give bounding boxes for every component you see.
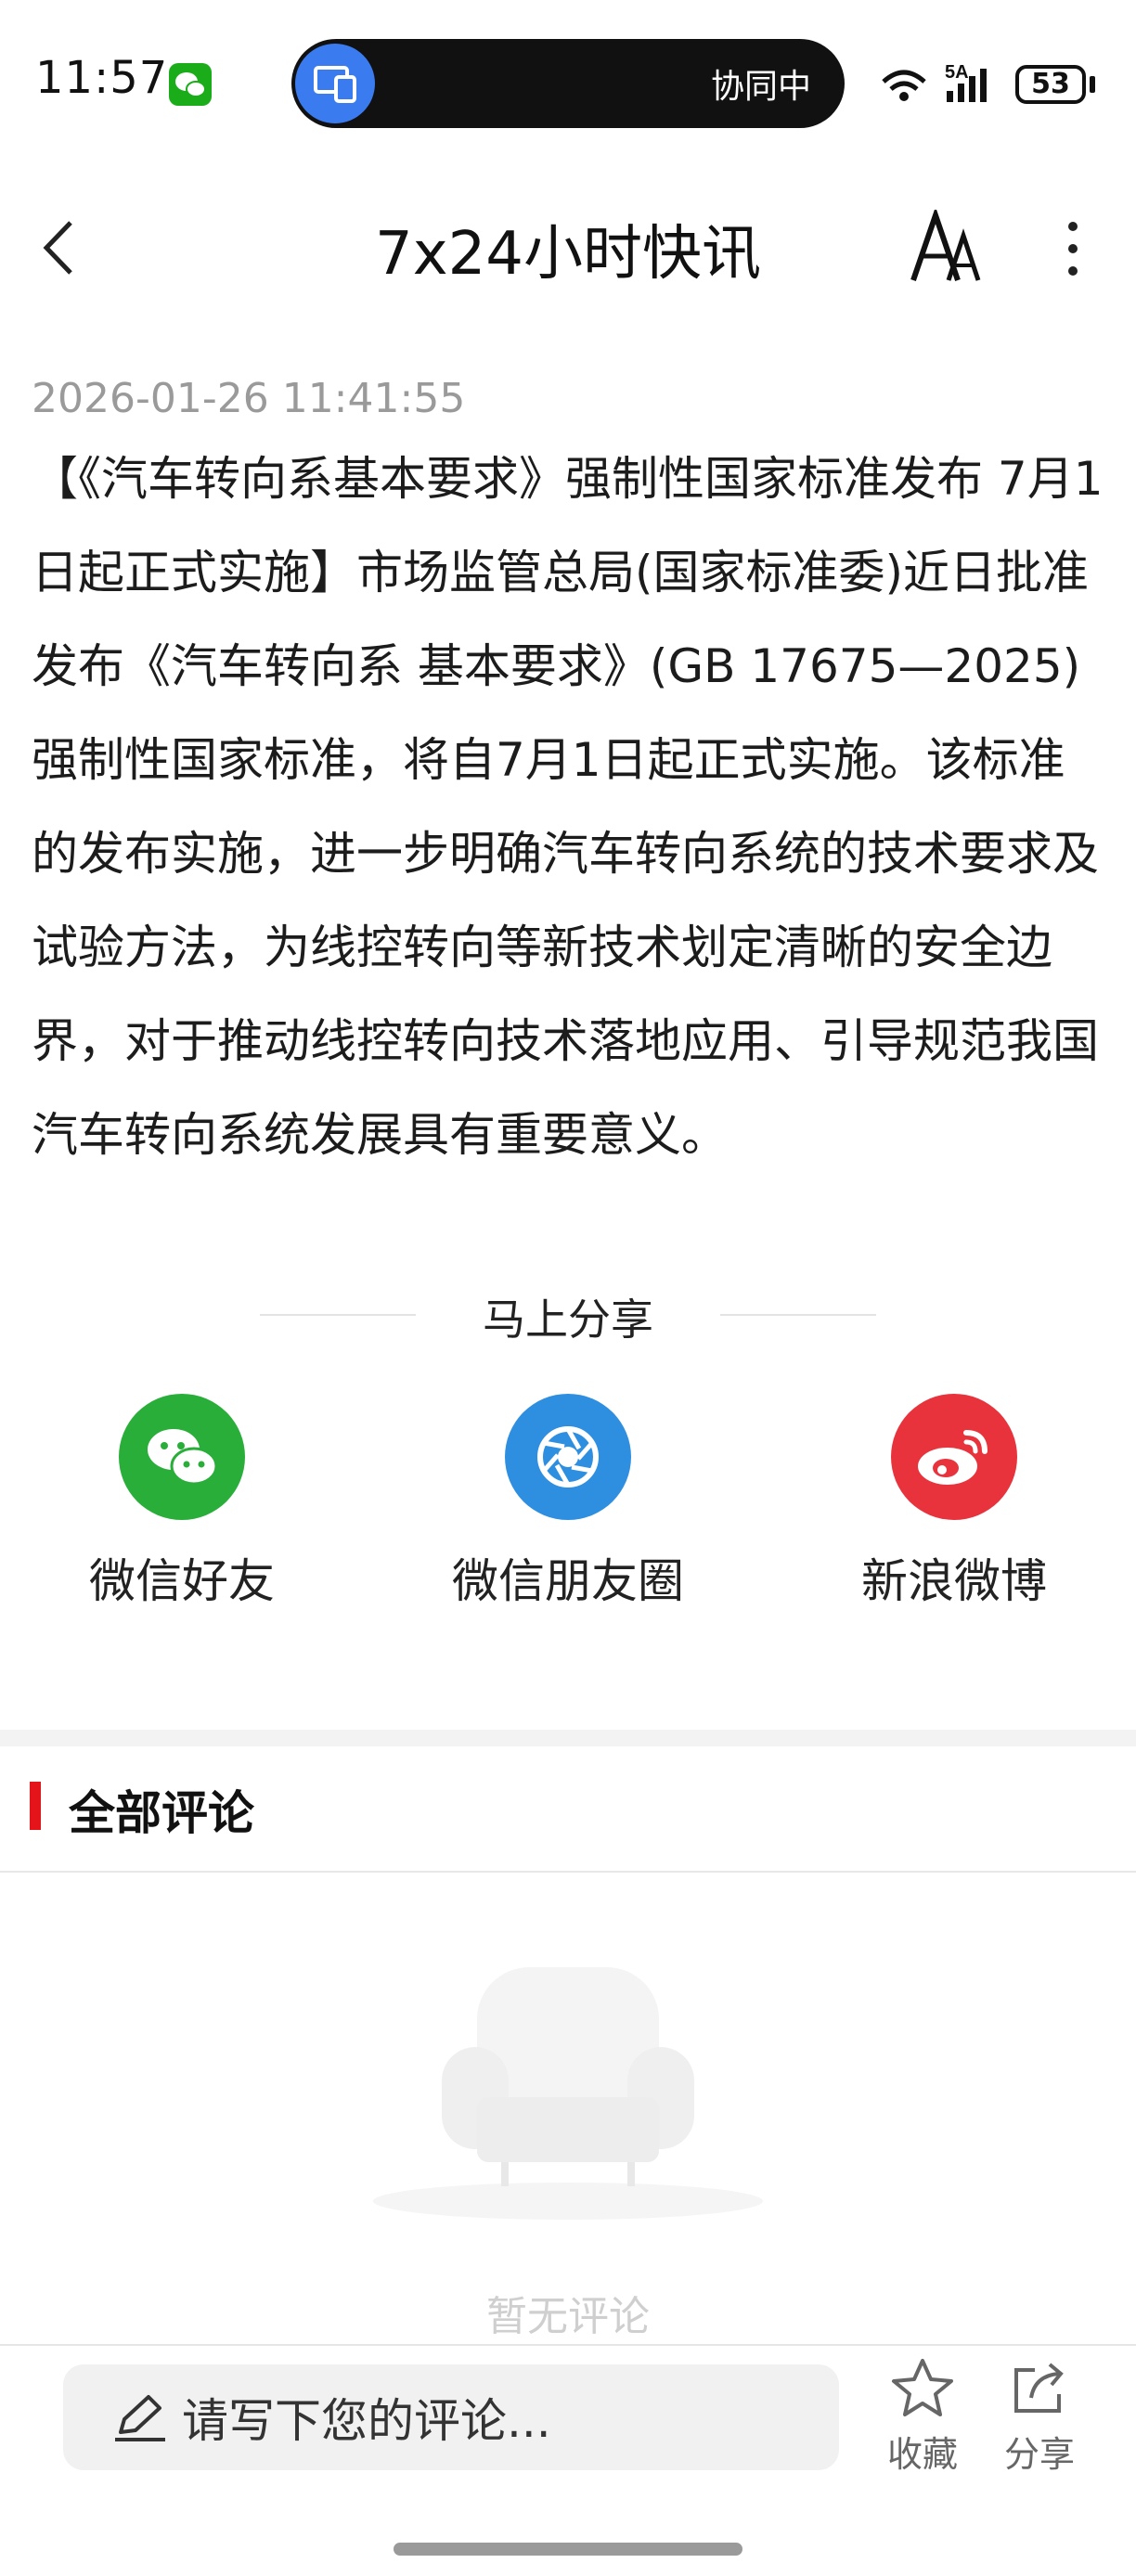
share-label: 分享 — [1003, 2434, 1075, 2475]
comments-accent-bar — [30, 1782, 41, 1830]
network-type: 5A — [945, 62, 969, 83]
share-wechat-friend[interactable]: 微信好友 — [43, 1394, 321, 1611]
comments-divider — [0, 1871, 1136, 1873]
moments-icon — [505, 1394, 631, 1520]
chevron-left-icon — [43, 221, 72, 275]
font-size-icon — [910, 206, 981, 281]
star-icon — [892, 2359, 953, 2416]
favorite-label: 收藏 — [886, 2434, 958, 2475]
share-icon — [1014, 2363, 1064, 2413]
battery-tip — [1090, 76, 1095, 93]
share-label: 微信朋友圈 — [452, 1554, 684, 1608]
share-wechat-moments[interactable]: 微信朋友圈 — [429, 1394, 707, 1611]
island-status-text: 协同中 — [711, 68, 812, 106]
empty-comments-text: 暂无评论 — [486, 2293, 650, 2340]
article-timestamp: 2026-01-26 11:41:55 — [32, 375, 466, 422]
more-vertical-icon — [1068, 222, 1078, 276]
share-label: 新浪微博 — [861, 1554, 1047, 1608]
font-size-button[interactable] — [910, 206, 984, 288]
share-label: 微信好友 — [89, 1554, 275, 1608]
more-button[interactable] — [1054, 219, 1091, 282]
empty-sofa-icon — [353, 1958, 783, 2231]
edit-icon — [115, 2395, 165, 2441]
share-title: 马上分享 — [483, 1294, 653, 1345]
status-time: 11:57 — [35, 52, 169, 104]
comment-placeholder: 请写下您的评论... — [182, 2394, 551, 2448]
wechat-notification-icon — [169, 63, 212, 106]
signal-wifi-icons: 5A — [878, 58, 1008, 113]
page-title: 7x24小时快讯 — [374, 220, 762, 289]
weibo-icon — [891, 1394, 1017, 1520]
share-divider-right — [720, 1314, 876, 1316]
battery-indicator: 53 — [1015, 65, 1086, 104]
home-indicator[interactable] — [394, 2543, 742, 2556]
share-weibo[interactable]: 新浪微博 — [815, 1394, 1093, 1611]
multi-device-icon — [295, 44, 375, 123]
wechat-icon — [119, 1394, 245, 1520]
comment-input[interactable]: 请写下您的评论... — [63, 2364, 839, 2470]
share-button[interactable]: 分享 — [984, 2357, 1095, 2477]
bottom-bar-divider — [0, 2344, 1136, 2346]
section-divider — [0, 1730, 1136, 1746]
back-button[interactable] — [41, 219, 78, 280]
article-body: 【《汽车转向系基本要求》强制性国家标准发布 7月1日起正式实施】市场监管总局(国… — [32, 452, 1104, 1162]
comments-title: 全部评论 — [69, 1786, 254, 1840]
favorite-button[interactable]: 收藏 — [867, 2357, 978, 2477]
